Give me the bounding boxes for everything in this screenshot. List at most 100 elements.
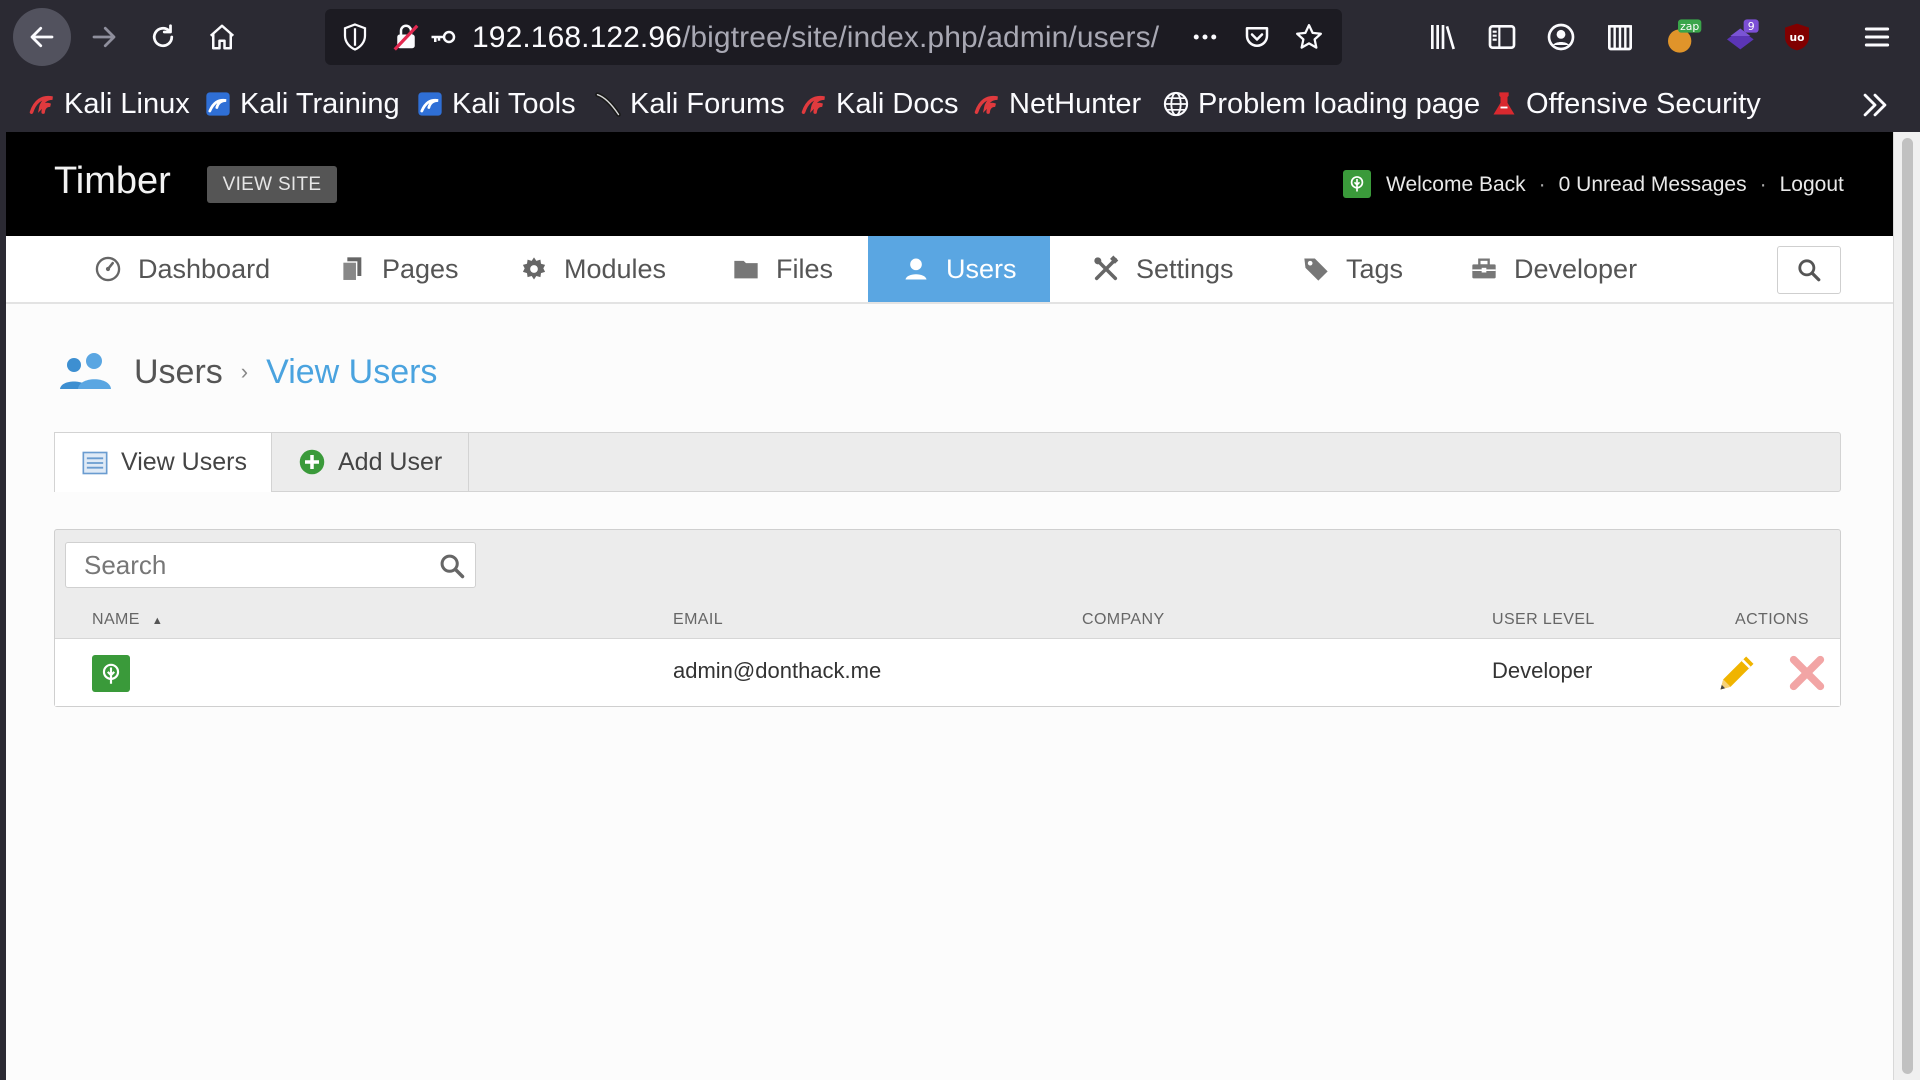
url-text[interactable]: 192.168.122.96/bigtree/site/index.php/ad… — [472, 21, 1159, 55]
shield-icon[interactable] — [340, 22, 370, 52]
search-icon[interactable] — [438, 552, 466, 580]
toolbox-icon — [1470, 255, 1498, 283]
users-table: NAME ▲ EMAIL COMPANY USER LEVEL ACTIONS a… — [54, 529, 1841, 707]
tab-add-user[interactable]: Add User — [272, 432, 469, 492]
page-title[interactable]: View Users — [266, 353, 437, 392]
page-scrollbar[interactable] — [1893, 132, 1920, 1080]
url-bar[interactable]: 192.168.122.96/bigtree/site/index.php/ad… — [325, 9, 1342, 65]
sub-tabs: View Users Add User — [54, 432, 1841, 492]
kali-forums-icon — [594, 90, 622, 118]
kali-dragon-icon — [973, 90, 1001, 118]
header-separator: · — [1759, 173, 1767, 196]
search-button[interactable] — [1777, 246, 1841, 294]
nav-item-users[interactable]: Users — [868, 236, 1050, 302]
unread-messages-link[interactable]: 0 Unread Messages — [1559, 173, 1747, 197]
gear-icon — [520, 255, 548, 283]
breadcrumb-section[interactable]: Users — [134, 353, 223, 392]
tag-icon — [1302, 255, 1330, 283]
nav-label: Files — [776, 253, 834, 284]
site-title[interactable]: Timber — [54, 160, 171, 203]
bookmarks-bar: Kali Linux Kali Training Kali Tools Kali… — [0, 80, 1920, 128]
kali-training-icon — [204, 90, 232, 118]
nav-item-dashboard[interactable]: Dashboard — [68, 236, 288, 302]
library-icon[interactable] — [1425, 19, 1461, 55]
cell-email: admin@donthack.me — [673, 658, 882, 683]
nav-item-modules[interactable]: Modules — [494, 236, 694, 302]
home-icon — [209, 24, 235, 50]
back-button[interactable] — [13, 8, 71, 66]
close-icon — [1789, 655, 1825, 691]
sidebar-icon[interactable] — [1484, 19, 1520, 55]
bookmark-label: Kali Training — [240, 87, 400, 120]
nav-item-files[interactable]: Files — [706, 236, 866, 302]
nav-item-settings[interactable]: Settings — [1066, 236, 1256, 302]
browser-toolbar: 192.168.122.96/bigtree/site/index.php/ad… — [0, 0, 1920, 74]
reload-button[interactable] — [134, 8, 192, 66]
bookmark-offensive-security[interactable]: Offensive Security — [1490, 80, 1761, 128]
dashboard-icon — [94, 255, 122, 283]
scrollbar-thumb[interactable] — [1902, 138, 1913, 1074]
logout-link[interactable]: Logout — [1780, 173, 1844, 197]
arrow-left-icon — [30, 26, 54, 48]
pocket-icon[interactable] — [1242, 22, 1272, 52]
kali-dragon-icon — [800, 90, 828, 118]
search-input[interactable] — [66, 543, 426, 587]
plus-circle-icon — [298, 448, 326, 476]
column-header-email: EMAIL — [673, 611, 724, 628]
svg-text:zap: zap — [1680, 20, 1699, 33]
more-actions-icon[interactable] — [1190, 22, 1220, 52]
bookmark-label: Kali Forums — [630, 87, 785, 120]
key-icon[interactable] — [429, 22, 459, 52]
avatar[interactable] — [1343, 170, 1371, 198]
tree-avatar-icon — [1350, 176, 1364, 192]
bookmark-kali-forums[interactable]: Kali Forums — [594, 80, 785, 128]
list-icon — [81, 449, 109, 477]
nav-item-pages[interactable]: Pages — [312, 236, 482, 302]
search-icon — [1798, 259, 1821, 282]
account-icon[interactable] — [1543, 19, 1579, 55]
pencil-icon — [1720, 656, 1754, 690]
kali-tools-icon — [416, 90, 444, 118]
folder-icon — [732, 255, 760, 283]
chevron-double-right-icon[interactable] — [1858, 88, 1892, 122]
bookmark-kali-training[interactable]: Kali Training — [204, 80, 400, 128]
nav-item-developer[interactable]: Developer — [1444, 236, 1654, 302]
bookmark-kali-linux[interactable]: Kali Linux — [28, 80, 190, 128]
menu-icon[interactable] — [1859, 19, 1895, 55]
bookmark-nethunter[interactable]: NetHunter — [973, 80, 1141, 128]
cell-user-level: Developer — [1492, 658, 1593, 683]
home-button[interactable] — [193, 8, 251, 66]
bookmark-label: NetHunter — [1009, 87, 1142, 120]
extension-puzzle-icon[interactable]: 9 — [1720, 14, 1764, 58]
insecure-lock-icon[interactable] — [391, 22, 421, 52]
bookmark-kali-docs[interactable]: Kali Docs — [800, 80, 959, 128]
view-site-button[interactable]: VIEW SITE — [207, 166, 337, 203]
search-box[interactable] — [65, 542, 476, 588]
tab-view-users[interactable]: View Users — [54, 432, 272, 492]
column-header-user-level: USER LEVEL — [1492, 611, 1595, 628]
admin-header: Timber VIEW SITE Welcome Back · 0 Unread… — [6, 132, 1893, 236]
tree-avatar-icon — [102, 663, 120, 684]
edit-button[interactable] — [1715, 651, 1759, 695]
bookmark-star-icon[interactable] — [1294, 22, 1324, 52]
column-header-name[interactable]: NAME ▲ — [92, 611, 163, 629]
bookmark-problem-loading-page[interactable]: Problem loading page — [1162, 80, 1480, 128]
bookmark-kali-tools[interactable]: Kali Tools — [416, 80, 576, 128]
bookmark-label: Kali Tools — [452, 87, 576, 120]
nav-label: Dashboard — [138, 253, 271, 284]
nav-item-tags[interactable]: Tags — [1276, 236, 1426, 302]
ublock-icon[interactable]: uo — [1779, 19, 1815, 55]
pages-icon — [338, 255, 366, 283]
offsec-icon — [1490, 90, 1518, 118]
welcome-link[interactable]: Welcome Back — [1386, 173, 1526, 197]
nav-label: Modules — [564, 253, 667, 284]
bookmark-label: Kali Linux — [64, 87, 190, 120]
main-nav: Dashboard Pages Modules Files Users Sett… — [6, 236, 1893, 304]
container-icon[interactable] — [1602, 19, 1638, 55]
delete-button[interactable] — [1787, 653, 1827, 693]
forward-button[interactable] — [75, 8, 133, 66]
url-host: 192.168.122.96 — [472, 21, 682, 54]
nav-label: Pages — [382, 253, 459, 284]
nav-label: Developer — [1514, 253, 1638, 284]
zap-extension-icon[interactable]: zap — [1661, 14, 1705, 58]
